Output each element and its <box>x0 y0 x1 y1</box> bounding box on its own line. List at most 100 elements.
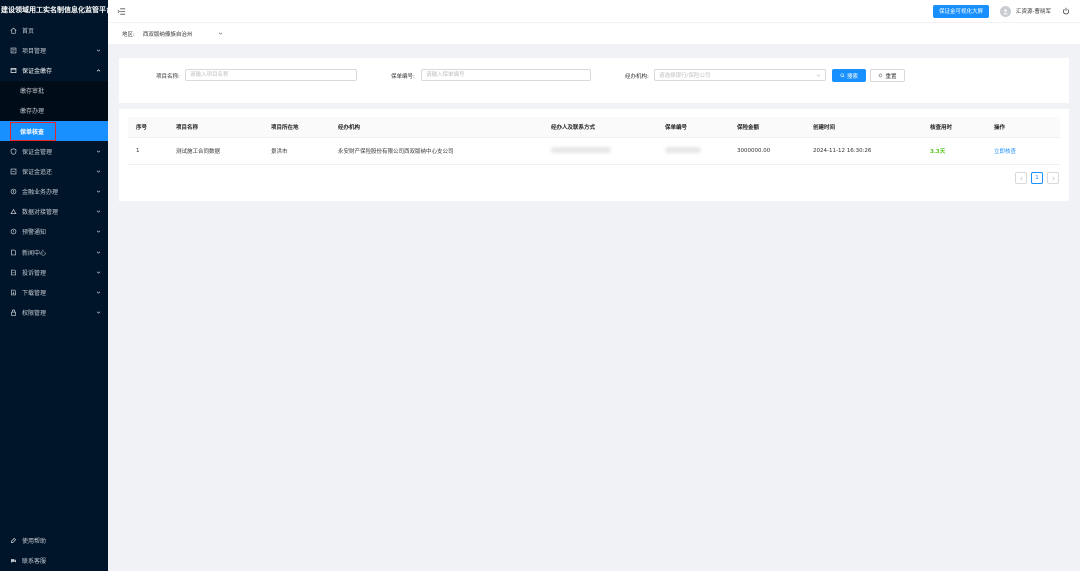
policy-number-label: 保单编号: <box>391 74 415 80</box>
cell-action: 立即核查 <box>986 137 1060 165</box>
redacted-contact <box>551 146 611 153</box>
top-header: 保证金可视化大屏 汇资源-曹晓军 <box>108 0 1080 22</box>
sidebar-item-label: 使用帮助 <box>22 538 47 546</box>
table-card: 序号 项目名称 项目所在地 经办机构 经办人及联系方式 保单编号 保险金额 创建… <box>119 109 1069 201</box>
col-header-contact: 经办人及联系方式 <box>543 117 657 138</box>
sidebar-item-deposit[interactable]: 保证金缴存 <box>0 60 108 80</box>
sidebar-item-label: 下载管理 <box>22 290 47 298</box>
sidebar-item-label: 预警通知 <box>22 229 47 237</box>
col-header-policy-no: 保单编号 <box>657 117 729 138</box>
col-header-org: 经办机构 <box>330 117 543 138</box>
sidebar-item-label: 新闻中心 <box>22 249 47 257</box>
menu-fold-icon[interactable] <box>117 7 126 16</box>
search-button-label: 搜索 <box>846 73 858 80</box>
alert-icon <box>9 228 17 236</box>
cell-project: 测试施工合同数据 <box>168 137 263 165</box>
deposit-submenu: 缴存审批 缴存办理 保单核查 <box>0 80 108 142</box>
page-number[interactable]: 1 <box>1031 172 1043 184</box>
username[interactable]: 汇资源-曹晓军 <box>1016 7 1051 15</box>
sidebar-item-data[interactable]: 数据对接管理 <box>0 202 108 222</box>
sidebar-item-service[interactable]: 联系客服 <box>0 551 108 571</box>
deposit-icon <box>9 66 17 74</box>
project-name-input[interactable] <box>185 69 357 81</box>
region-select[interactable]: 西双版纳傣族自治州 <box>143 30 223 38</box>
cell-org: 永安财产保险股份有限公司西双版纳中心支公司 <box>330 137 543 165</box>
chevron-down-icon <box>95 229 101 235</box>
region-bar: 地区: 西双版纳傣族自治州 <box>108 23 1080 44</box>
avatar[interactable] <box>1000 5 1011 17</box>
chevron-down-icon <box>95 290 101 296</box>
reset-button-label: 重置 <box>885 73 897 80</box>
sidebar-item-label: 保证金缴存 <box>22 67 53 75</box>
complaint-icon <box>9 268 17 276</box>
project-name-label: 项目名称: <box>156 74 180 80</box>
sidebar-item-label: 权限管理 <box>22 310 47 318</box>
sidebar-item-label: 保证金追还 <box>22 168 53 176</box>
chevron-left-icon <box>1019 176 1022 180</box>
sidebar-item-download[interactable]: 下载管理 <box>0 282 108 302</box>
search-form: 项目名称: 保单编号: 经办机构: 请选择银行/保险公司 搜索 重置 <box>119 58 1069 103</box>
policy-number-input[interactable] <box>421 69 591 81</box>
next-page-button[interactable] <box>1047 172 1059 184</box>
prev-page-button[interactable] <box>1015 172 1027 184</box>
chevron-down-icon <box>95 249 101 255</box>
sidebar-item-complaint[interactable]: 投诉管理 <box>0 262 108 282</box>
sidebar-bottom: 使用帮助 联系客服 <box>0 531 108 571</box>
submenu-item-approval[interactable]: 缴存审批 <box>0 81 108 101</box>
sidebar-item-permission[interactable]: 权限管理 <box>0 303 108 323</box>
finance-icon <box>9 188 17 196</box>
chevron-up-icon <box>95 67 101 73</box>
col-header-duration: 核查用时 <box>922 117 986 138</box>
lock-icon <box>9 309 17 317</box>
chevron-down-icon <box>95 168 101 174</box>
chevron-down-icon <box>95 148 101 154</box>
cell-amount: 3000000.00 <box>729 137 805 165</box>
search-button[interactable]: 搜索 <box>832 69 866 82</box>
table-header-row: 序号 项目名称 项目所在地 经办机构 经办人及联系方式 保单编号 保险金额 创建… <box>128 117 1060 138</box>
reset-button[interactable]: 重置 <box>870 69 905 82</box>
col-header-index: 序号 <box>128 117 168 138</box>
home-icon <box>9 26 17 34</box>
sidebar-item-finance[interactable]: 金融业务办理 <box>0 182 108 202</box>
submenu-item-policy-check[interactable]: 保单核查 <box>0 120 108 142</box>
sidebar-item-label: 数据对接管理 <box>22 209 59 217</box>
chevron-right-icon <box>1052 176 1055 180</box>
table-row: 1 测试施工合同数据 景洪市 永安财产保险股份有限公司西双版纳中心支公司 300… <box>128 137 1060 165</box>
sidebar: 建设领域用工实名制信息化监管平台 首页 项目管理 保证金缴存 缴存审批 缴存办理… <box>0 0 108 571</box>
sidebar-item-alert[interactable]: 预警通知 <box>0 222 108 242</box>
col-header-location: 项目所在地 <box>263 117 330 138</box>
bigscreen-button[interactable]: 保证金可视化大屏 <box>932 4 989 18</box>
chevron-down-icon <box>95 310 101 316</box>
search-icon <box>840 73 845 78</box>
cell-location: 景洪市 <box>263 137 330 165</box>
col-header-amount: 保险金额 <box>729 117 805 138</box>
chevron-down-icon <box>218 32 223 35</box>
sidebar-item-label: 投诉管理 <box>22 269 47 277</box>
sidebar-item-label: 联系客服 <box>22 558 47 566</box>
org-label: 经办机构: <box>625 74 649 80</box>
org-select[interactable]: 请选择银行/保险公司 <box>654 69 826 81</box>
sidebar-item-label: 首页 <box>22 27 35 35</box>
sidebar-item-help[interactable]: 使用帮助 <box>0 531 108 551</box>
sidebar-item-project[interactable]: 项目管理 <box>0 40 108 60</box>
pagination: 1 <box>1015 172 1059 184</box>
submenu-item-handle[interactable]: 缴存办理 <box>0 101 108 121</box>
sidebar-item-deposit-manage[interactable]: 保证金管理 <box>0 141 108 161</box>
col-header-created: 创建时间 <box>805 117 922 138</box>
service-icon <box>9 557 17 565</box>
col-header-project: 项目名称 <box>168 117 263 138</box>
org-placeholder: 请选择银行/保险公司 <box>659 73 711 79</box>
cell-created: 2024-11-12 16:30:26 <box>805 137 922 165</box>
project-icon <box>9 46 17 54</box>
power-icon[interactable] <box>1062 7 1070 15</box>
check-now-link[interactable]: 立即核查 <box>994 149 1016 155</box>
policy-table: 序号 项目名称 项目所在地 经办机构 经办人及联系方式 保单编号 保险金额 创建… <box>128 117 1060 165</box>
cell-duration: 3.3天 <box>922 137 986 165</box>
sidebar-item-label: 保证金管理 <box>22 148 53 156</box>
sidebar-item-deposit-return[interactable]: 保证金追还 <box>0 161 108 181</box>
header-right: 保证金可视化大屏 汇资源-曹晓军 <box>932 4 1080 18</box>
sidebar-item-news[interactable]: 新闻中心 <box>0 242 108 262</box>
cell-policy-no <box>657 137 729 165</box>
cell-index: 1 <box>128 137 168 165</box>
sidebar-item-home[interactable]: 首页 <box>0 20 108 40</box>
